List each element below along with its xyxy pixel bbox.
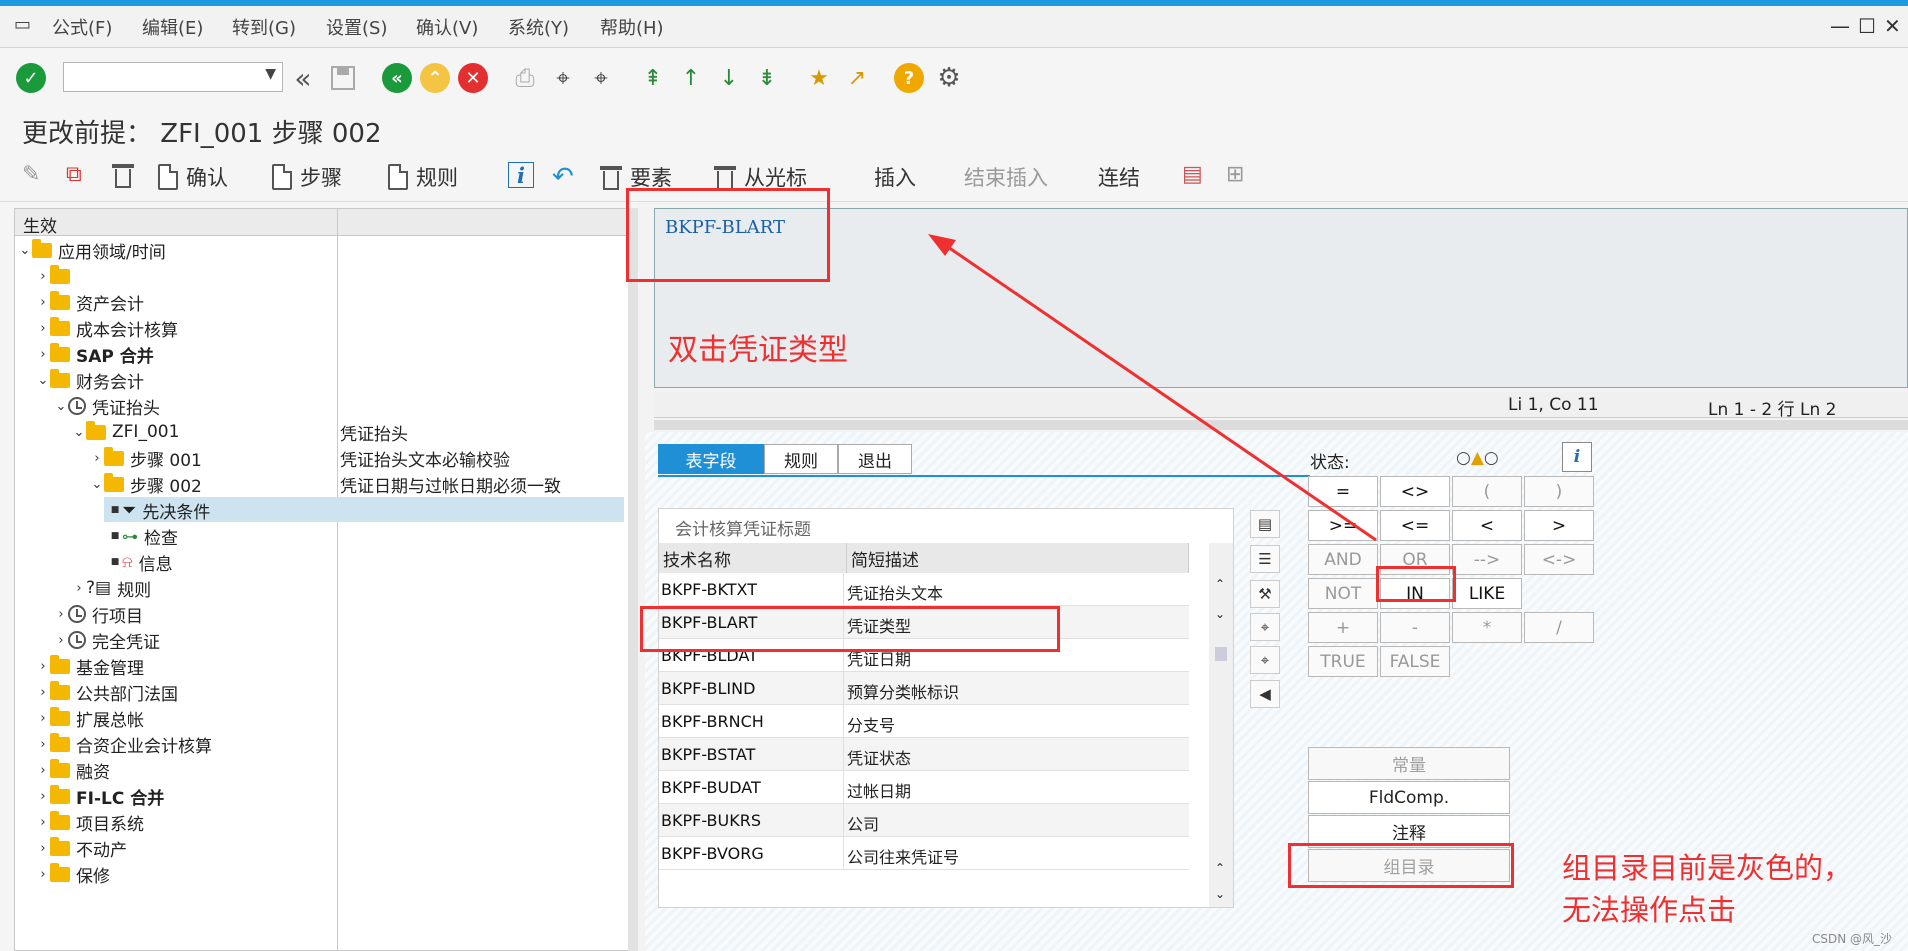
annotation-group-gray-2: 无法操作点击 [1562,893,1737,927]
annotation-dblclick: 双击凭证类型 [668,333,848,368]
watermark: CSDN @风_沙 [1812,932,1893,946]
annotation-group-gray-1: 组目录目前是灰色的， [1562,851,1853,885]
annotation-arrow [928,234,1377,542]
